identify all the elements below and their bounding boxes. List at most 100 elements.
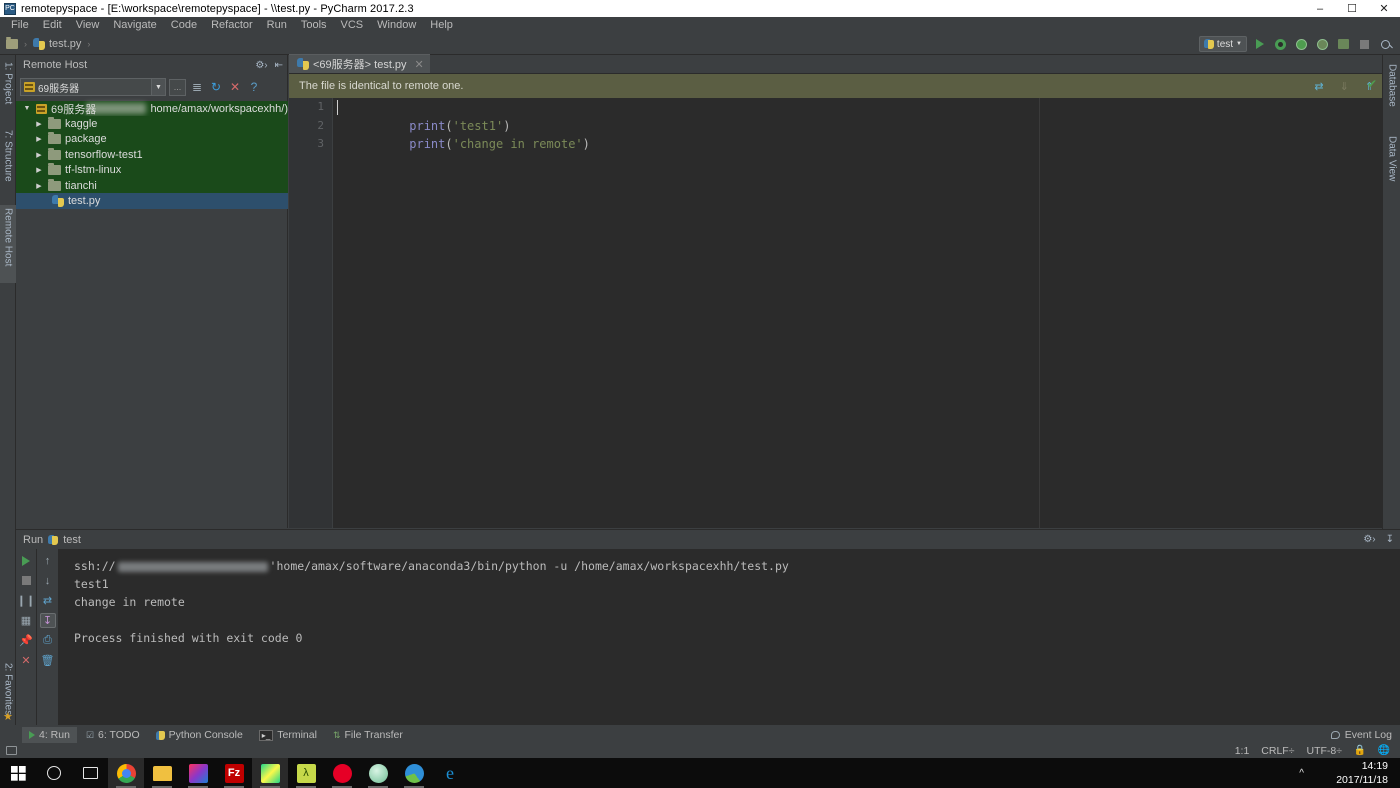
chevron-right-icon[interactable]	[34, 120, 44, 128]
refresh-icon[interactable]: ↻	[208, 79, 224, 95]
taskbar-evernote-icon[interactable]	[360, 758, 396, 788]
up-arrow-icon[interactable]: ↑	[40, 553, 56, 568]
pause-icon[interactable]: ❙❙	[17, 593, 35, 608]
taskbar-chrome-icon[interactable]	[108, 758, 144, 788]
run-configuration-selector[interactable]: test ▼	[1198, 36, 1247, 52]
soft-wrap-icon[interactable]: ⇄	[40, 593, 56, 608]
tree-row-file[interactable]: test.py	[16, 193, 288, 209]
pin-icon[interactable]: 📌	[18, 633, 34, 648]
tab-run[interactable]: 4: Run	[22, 727, 77, 743]
profile-icon[interactable]	[1314, 36, 1331, 53]
hide-panel-icon[interactable]: ⇤	[275, 60, 283, 71]
menu-window[interactable]: Window	[370, 17, 423, 33]
tree-row-server[interactable]: 69服务器 home/amax/workspacexhh/)	[16, 101, 288, 117]
line-separator[interactable]: CRLF÷	[1261, 745, 1294, 757]
taskbar-file-explorer-icon[interactable]	[144, 758, 180, 788]
windows-start-icon[interactable]	[0, 758, 36, 788]
taskbar-filezilla-icon[interactable]: Fz	[216, 758, 252, 788]
chevron-right-icon[interactable]	[34, 166, 44, 174]
event-log-button[interactable]: Event Log	[1330, 729, 1392, 741]
file-encoding[interactable]: UTF-8÷	[1306, 745, 1342, 757]
taskbar-intellij-idea-icon[interactable]	[180, 758, 216, 788]
menu-view[interactable]: View	[69, 17, 107, 33]
menu-code[interactable]: Code	[164, 17, 204, 33]
close-icon[interactable]: ✕	[227, 79, 243, 95]
taskbar-winrar-icon[interactable]	[396, 758, 432, 788]
maximize-button[interactable]: ☐	[1336, 0, 1368, 17]
chevron-right-icon[interactable]	[34, 182, 44, 190]
chevron-down-icon[interactable]	[22, 105, 32, 112]
folder-icon	[48, 132, 61, 145]
breadcrumb-file[interactable]: test.py	[49, 38, 81, 50]
taskbar-clock[interactable]: 14:19 2017/11/18	[1336, 759, 1388, 787]
rerun-icon[interactable]	[18, 553, 34, 568]
inspection-status-icon[interactable]: ✔	[1367, 77, 1377, 91]
menu-run[interactable]: Run	[260, 17, 294, 33]
tab-python-console[interactable]: Python Console	[149, 727, 250, 743]
tree-row-folder[interactable]: package	[16, 131, 288, 148]
tree-item-label: test.py	[68, 195, 101, 208]
compare-diff-icon[interactable]: ⇄	[1314, 80, 1323, 93]
sidebar-item-project[interactable]: 1: Project	[0, 59, 16, 119]
settings-gear-icon[interactable]: ⚙›	[255, 60, 267, 71]
caret-position[interactable]: 1:1	[1235, 745, 1250, 757]
close-tab-icon[interactable]: ✕	[18, 653, 34, 668]
taskbar-netease-music-icon[interactable]	[324, 758, 360, 788]
download-icon[interactable]: ⇓	[1340, 80, 1349, 93]
minimize-all-icon[interactable]	[6, 746, 17, 755]
attach-icon[interactable]	[1335, 36, 1352, 53]
menu-edit[interactable]: Edit	[36, 17, 69, 33]
tree-row-folder[interactable]: tf-lstm-linux	[16, 162, 288, 178]
tab-file-transfer[interactable]: ⇅ File Transfer	[326, 727, 410, 743]
cortana-search-icon[interactable]	[36, 758, 72, 788]
close-icon[interactable]: ✕	[415, 58, 424, 71]
chevron-down-icon[interactable]: ▼	[151, 79, 165, 95]
help-icon[interactable]: ?	[246, 79, 262, 95]
print-console-icon[interactable]: ▦	[18, 613, 34, 628]
taskbar-pycharm-icon[interactable]	[252, 758, 288, 788]
lock-icon[interactable]: 🔒	[1354, 745, 1366, 757]
menu-vcs[interactable]: VCS	[334, 17, 371, 33]
stop-icon[interactable]	[1356, 36, 1373, 53]
print-icon[interactable]: ⎙	[40, 633, 56, 648]
minimize-button[interactable]: –	[1304, 0, 1336, 17]
run-icon[interactable]	[1251, 36, 1268, 53]
search-everywhere-icon[interactable]	[1377, 36, 1394, 53]
task-view-icon[interactable]	[72, 758, 108, 788]
menu-navigate[interactable]: Navigate	[106, 17, 163, 33]
taskbar-matlab-icon[interactable]: λ	[288, 758, 324, 788]
sync-icon[interactable]: ≣	[189, 79, 205, 95]
chevron-right-icon[interactable]	[34, 151, 44, 159]
taskbar-edge-icon[interactable]: e	[432, 758, 468, 788]
hide-panel-icon[interactable]: ↧	[1386, 534, 1394, 545]
down-arrow-icon[interactable]: ↓	[40, 573, 56, 588]
menu-refactor[interactable]: Refactor	[204, 17, 260, 33]
sidebar-item-data-view[interactable]: Data View	[1384, 133, 1400, 199]
browse-button[interactable]: ...	[169, 78, 186, 96]
tab-test-py[interactable]: <69服务器> test.py ✕	[289, 54, 430, 73]
server-select[interactable]: 69服务器 ▼	[20, 78, 166, 96]
tree-row-folder[interactable]: tensorflow-test1	[16, 147, 288, 163]
sidebar-item-structure[interactable]: 7: Structure	[0, 127, 16, 199]
globe-icon[interactable]: 🌐	[1378, 745, 1390, 757]
code-editor[interactable]: ✔ 1 2 3 print('test1') print('change in …	[289, 77, 1382, 528]
menu-help[interactable]: Help	[423, 17, 460, 33]
stop-icon[interactable]	[18, 573, 34, 588]
close-button[interactable]: ✕	[1368, 0, 1400, 17]
debug-icon[interactable]	[1272, 36, 1289, 53]
menu-file[interactable]: File	[4, 17, 36, 33]
trash-icon[interactable]: 🗑	[40, 653, 56, 668]
settings-gear-icon[interactable]: ⚙›	[1363, 534, 1375, 545]
menu-tools[interactable]: Tools	[294, 17, 334, 33]
tree-row-folder[interactable]: kaggle	[16, 116, 288, 132]
chevron-right-icon[interactable]	[34, 135, 44, 143]
tab-terminal[interactable]: ▸_ Terminal	[252, 727, 324, 743]
tab-todo[interactable]: ☑ 6: TODO	[79, 727, 147, 743]
console-output[interactable]: ssh:// 'home/amax/software/anaconda3/bin/…	[58, 549, 1400, 725]
tray-chevron-icon[interactable]: ^	[1299, 768, 1304, 779]
sidebar-item-remote-host[interactable]: Remote Host	[0, 205, 16, 283]
coverage-icon[interactable]	[1293, 36, 1310, 53]
tree-row-folder[interactable]: tianchi	[16, 177, 288, 194]
sidebar-item-database[interactable]: Database	[1384, 61, 1400, 125]
scroll-to-end-icon[interactable]: ↧	[39, 613, 56, 628]
